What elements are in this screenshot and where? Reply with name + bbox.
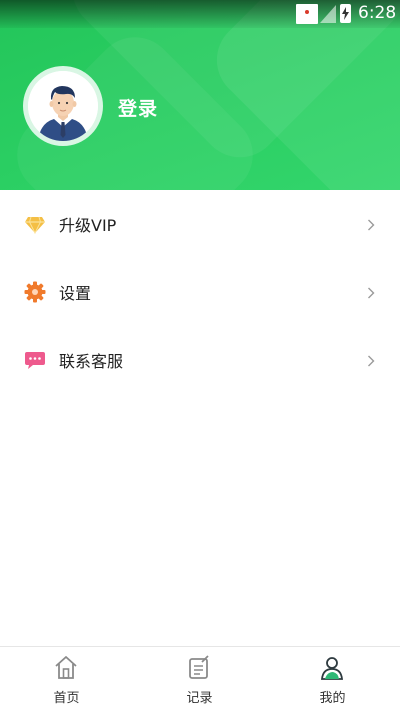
status-bar: 6:28	[0, 0, 400, 28]
avatar[interactable]	[23, 66, 103, 146]
tab-label: 我的	[319, 691, 346, 706]
battery-charging-icon	[340, 4, 351, 23]
menu-item-label: 升级VIP	[59, 216, 117, 235]
menu-item-label: 联系客服	[59, 352, 124, 371]
avatar-image	[28, 71, 98, 141]
menu-item-contact-service[interactable]: 联系客服	[0, 326, 400, 394]
chevron-right-icon	[367, 216, 375, 235]
menu-item-upgrade-vip[interactable]: 升级VIP	[0, 190, 400, 258]
menu-item-label: 设置	[59, 284, 92, 303]
notification-image-icon	[296, 4, 318, 24]
diamond-icon	[23, 212, 47, 236]
chat-bubble-icon	[23, 348, 47, 372]
profile-icon	[320, 655, 344, 681]
login-link[interactable]: 登录	[118, 94, 158, 121]
profile-header: 6:28 登录	[0, 0, 400, 190]
home-icon	[54, 655, 78, 681]
tab-record[interactable]: 记录	[133, 647, 266, 711]
tab-label: 首页	[53, 691, 80, 706]
settings-menu: 升级VIP 设置 联系客服	[0, 190, 400, 394]
menu-item-settings[interactable]: 设置	[0, 258, 400, 326]
chevron-right-icon	[367, 284, 375, 303]
gear-icon	[23, 280, 47, 304]
record-icon	[187, 655, 211, 681]
status-time: 6:28	[358, 3, 397, 23]
chevron-right-icon	[367, 352, 375, 371]
signal-icon	[320, 5, 336, 23]
tab-mine[interactable]: 我的	[266, 647, 399, 711]
user-avatar-icon	[28, 71, 98, 141]
tab-label: 记录	[186, 691, 213, 706]
tab-home[interactable]: 首页	[0, 647, 133, 711]
bottom-nav: 首页 记录 我的	[0, 646, 400, 711]
